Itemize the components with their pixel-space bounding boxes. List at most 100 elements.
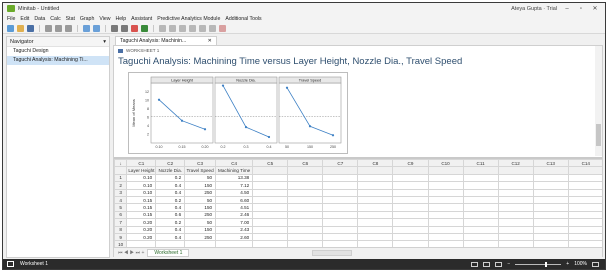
cell[interactable] xyxy=(392,188,429,197)
cell[interactable]: 0.10 xyxy=(126,181,157,190)
copy-icon[interactable] xyxy=(55,25,62,32)
cell[interactable] xyxy=(392,181,429,190)
menu-file[interactable]: File xyxy=(7,16,15,22)
cut-icon[interactable] xyxy=(45,25,52,32)
close-icon[interactable]: ✕ xyxy=(208,38,212,44)
cell[interactable] xyxy=(427,225,464,234)
view-split-icon[interactable] xyxy=(495,261,503,267)
cell[interactable] xyxy=(567,232,602,242)
cell[interactable]: 250 xyxy=(184,188,217,197)
find-icon[interactable] xyxy=(111,25,118,32)
menu-additional-tools[interactable]: Additional Tools xyxy=(225,16,261,22)
cell[interactable] xyxy=(357,232,394,242)
replace-icon[interactable] xyxy=(121,25,128,32)
cell[interactable]: 0.15 xyxy=(126,203,157,212)
row-number[interactable]: 2 xyxy=(114,181,128,190)
minimize-button[interactable]: – xyxy=(563,6,571,12)
column-header[interactable]: C5 xyxy=(252,159,289,168)
redo-icon[interactable] xyxy=(93,25,100,32)
cell[interactable] xyxy=(287,173,324,183)
cell[interactable]: 4.50 xyxy=(215,188,254,197)
cell[interactable]: 250 xyxy=(184,232,217,242)
zoom-slider[interactable] xyxy=(515,261,562,267)
cell[interactable] xyxy=(427,218,464,227)
cell[interactable] xyxy=(497,181,534,190)
cell[interactable] xyxy=(497,203,534,212)
cell[interactable] xyxy=(392,225,429,234)
zoom-slider-thumb[interactable] xyxy=(545,261,548,267)
column-name-cell[interactable] xyxy=(427,166,464,175)
cell[interactable]: 150 xyxy=(184,203,217,212)
output-scrollbar[interactable] xyxy=(595,46,602,156)
cell[interactable] xyxy=(497,195,534,205)
cell[interactable] xyxy=(567,173,602,183)
row-number[interactable]: 1 xyxy=(114,173,128,183)
user-name[interactable]: Ateya Gupta · Trial xyxy=(511,6,557,12)
column-header[interactable]: C11 xyxy=(462,159,499,168)
cell[interactable] xyxy=(532,225,569,234)
column-name-cell[interactable] xyxy=(567,166,602,175)
new-icon[interactable] xyxy=(7,25,14,32)
cell[interactable]: 0.20 xyxy=(126,218,157,227)
cell[interactable] xyxy=(287,225,324,234)
paste-icon[interactable] xyxy=(65,25,72,32)
main-effects-chart[interactable]: Mean of Means 2 4 6 8 10 12 Layer Height 0.10 0.1… xyxy=(128,72,348,154)
row-number[interactable]: 9 xyxy=(114,232,128,242)
cell[interactable] xyxy=(532,218,569,227)
column-name-cell[interactable] xyxy=(252,166,289,175)
cell[interactable]: 0.4 xyxy=(155,225,186,234)
menu-calc[interactable]: Calc xyxy=(50,16,60,22)
cell[interactable]: 50 xyxy=(184,195,217,205)
cell[interactable] xyxy=(287,203,324,212)
run-icon[interactable] xyxy=(141,25,148,32)
cell[interactable] xyxy=(322,203,359,212)
cell[interactable]: 0.4 xyxy=(155,203,186,212)
row-number[interactable]: 4 xyxy=(114,195,128,205)
cell[interactable]: 0.2 xyxy=(155,218,186,227)
cell[interactable] xyxy=(532,232,569,242)
cell[interactable] xyxy=(287,232,324,242)
cell[interactable] xyxy=(357,210,394,220)
menu-predictive-analytics[interactable]: Predictive Analytics Module xyxy=(157,16,220,22)
row-number[interactable]: 7 xyxy=(114,218,128,227)
cell[interactable] xyxy=(462,188,499,197)
cell[interactable] xyxy=(252,203,289,212)
cell[interactable] xyxy=(252,188,289,197)
cell[interactable] xyxy=(252,218,289,227)
cell[interactable] xyxy=(427,210,464,220)
sheet-nav-arrows[interactable]: ⏮ ◀ ▶ ⏭ + xyxy=(118,250,144,256)
cell[interactable] xyxy=(392,210,429,220)
cell[interactable] xyxy=(462,173,499,183)
cell[interactable] xyxy=(252,225,289,234)
cell[interactable]: 0.4 xyxy=(155,232,186,242)
cell[interactable] xyxy=(462,195,499,205)
menu-stat[interactable]: Stat xyxy=(66,16,75,22)
menu-help[interactable]: Help xyxy=(115,16,126,22)
cell[interactable] xyxy=(322,188,359,197)
column-name-cell[interactable]: Travel Speed xyxy=(184,166,217,175)
cell[interactable] xyxy=(252,173,289,183)
column-name-cell[interactable] xyxy=(287,166,324,175)
cell[interactable]: 7.12 xyxy=(215,181,254,190)
column-header[interactable]: C4 xyxy=(215,159,254,168)
cell[interactable]: 0.20 xyxy=(126,225,157,234)
corner-cell[interactable]: ↓ xyxy=(114,159,128,168)
cell[interactable] xyxy=(532,173,569,183)
cell[interactable]: 0.20 xyxy=(126,232,157,242)
column-header[interactable]: C14 xyxy=(567,159,602,168)
cell[interactable] xyxy=(252,232,289,242)
cell[interactable]: 2.60 xyxy=(215,232,254,242)
cell[interactable]: 7.00 xyxy=(215,218,254,227)
view-output-icon[interactable] xyxy=(483,261,491,267)
cell[interactable]: 150 xyxy=(184,225,217,234)
column-header[interactable]: C7 xyxy=(322,159,359,168)
cell[interactable]: 50 xyxy=(184,218,217,227)
cell[interactable] xyxy=(567,203,602,212)
cell[interactable] xyxy=(287,195,324,205)
zoom-in-icon[interactable]: + xyxy=(566,261,569,267)
cell[interactable] xyxy=(252,181,289,190)
graph-delete-icon[interactable] xyxy=(219,25,226,32)
cell[interactable] xyxy=(497,218,534,227)
column-header[interactable]: C6 xyxy=(287,159,324,168)
cell[interactable] xyxy=(567,181,602,190)
